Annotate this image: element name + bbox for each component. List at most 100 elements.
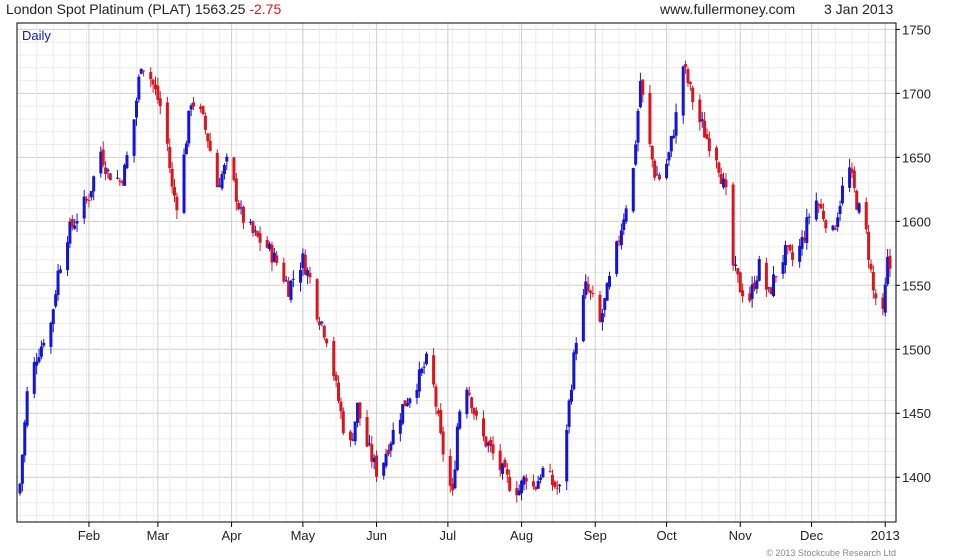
- price-bar-down: [821, 210, 825, 219]
- price-bar-up: [35, 361, 39, 366]
- price-bar-up: [608, 275, 612, 287]
- price-bar-down: [241, 206, 245, 223]
- price-bar-down: [282, 262, 286, 282]
- y-tick-label: 1600: [902, 214, 931, 229]
- price-bar-down: [819, 204, 823, 209]
- price-bar-up: [39, 346, 43, 357]
- price-bar-down: [524, 478, 528, 482]
- price-bar-up: [42, 342, 46, 346]
- price-bar-down: [707, 138, 711, 152]
- x-tick-label: Jul: [440, 528, 457, 543]
- price-bar-up: [814, 200, 818, 220]
- price-bar-down: [686, 69, 690, 84]
- price-bar-down: [206, 133, 210, 142]
- price-bar-down: [275, 255, 279, 263]
- period-label: Daily: [22, 28, 51, 43]
- price-bar-up: [838, 205, 842, 214]
- price-bar-up: [367, 443, 371, 445]
- price-bar-up: [56, 270, 60, 295]
- price-bar-up: [634, 144, 638, 165]
- price-bar-down: [234, 178, 238, 202]
- price-bar-down: [142, 70, 146, 72]
- price-bar-up: [631, 168, 635, 212]
- price-bar-down: [833, 228, 837, 230]
- y-tick-label: 1650: [902, 150, 931, 165]
- price-bar-down: [650, 146, 654, 160]
- y-axis: 1400 1450 1500 1550 1600 1650 1700 1750: [896, 22, 931, 485]
- price-bar-up: [805, 217, 809, 243]
- price-bar-up: [672, 135, 676, 138]
- price-bar-up: [66, 242, 70, 271]
- price-bar-down: [203, 115, 207, 130]
- price-bar-up: [115, 177, 119, 179]
- x-tick-label: Nov: [729, 528, 753, 543]
- price-bar-down: [70, 219, 74, 227]
- price-bar-down: [192, 102, 196, 107]
- price-bar-down: [474, 410, 478, 416]
- price-bar-down: [439, 409, 443, 433]
- price-bar-down: [448, 455, 452, 486]
- price-bar-down: [705, 134, 709, 139]
- price-bar-up: [615, 241, 619, 274]
- price-bar-up: [89, 190, 93, 198]
- price-bar-down: [553, 481, 557, 488]
- price-bar-down: [824, 220, 828, 229]
- price-bar-up: [574, 342, 578, 354]
- price-bar-up: [840, 185, 844, 204]
- price-bar-up: [619, 230, 623, 246]
- price-bar-up: [541, 467, 545, 477]
- price-bar-down: [741, 290, 745, 297]
- price-bar-up: [23, 422, 27, 456]
- price-bar-down: [791, 252, 795, 260]
- price-bar-up: [32, 362, 36, 394]
- price-bar-down: [871, 271, 875, 291]
- price-bar-up: [624, 208, 628, 222]
- x-tick-label: Mar: [147, 528, 170, 543]
- x-tick-label: Sep: [584, 528, 607, 543]
- x-tick-label: Jun: [366, 528, 387, 543]
- price-bar-up: [37, 357, 41, 362]
- price-bar-down: [548, 471, 552, 473]
- price-bar-down: [731, 184, 735, 266]
- price-bar-up: [132, 119, 136, 156]
- price-bar-down: [348, 431, 352, 441]
- y-tick-label: 1750: [902, 22, 931, 37]
- price-bar-up: [222, 165, 226, 175]
- price-bar-up: [674, 112, 678, 136]
- y-tick-label: 1400: [902, 470, 931, 485]
- price-bar-down: [874, 293, 878, 299]
- price-bar-up: [401, 404, 405, 424]
- price-bar-down: [505, 469, 509, 475]
- price-bar-up: [125, 155, 129, 169]
- x-tick-label: Apr: [221, 528, 242, 543]
- price-bar-down: [482, 418, 486, 437]
- price-bar-down: [258, 233, 262, 243]
- price-bar-down: [365, 416, 369, 447]
- price-bar-up: [536, 480, 540, 489]
- price-bar-down: [165, 102, 169, 144]
- price-bar-up: [755, 280, 759, 289]
- price-bar-down: [738, 272, 742, 293]
- price-bar-down: [657, 174, 661, 180]
- price-bar-down: [470, 397, 474, 409]
- price-bar-down: [334, 374, 338, 381]
- price-bar-down: [864, 202, 868, 230]
- price-bar-up: [757, 259, 761, 281]
- price-bar-down: [170, 168, 174, 187]
- price-bar-down: [386, 450, 390, 455]
- price-bar-down: [867, 231, 871, 260]
- price-bar-up: [134, 100, 138, 118]
- price-bar-up: [636, 110, 640, 143]
- x-tick-label: Oct: [656, 528, 677, 543]
- price-bar-down: [503, 459, 507, 468]
- y-tick-label: 1700: [902, 86, 931, 101]
- price-bar-up: [733, 264, 737, 267]
- price-bar-up: [184, 143, 188, 155]
- price-bar-up: [51, 309, 55, 324]
- price-bar-up: [291, 278, 295, 280]
- price-bar-down: [332, 340, 336, 377]
- price-bar-down: [717, 162, 721, 173]
- price-bar-up: [681, 66, 685, 116]
- price-bar-up: [320, 321, 324, 324]
- price-bar-up: [565, 430, 569, 482]
